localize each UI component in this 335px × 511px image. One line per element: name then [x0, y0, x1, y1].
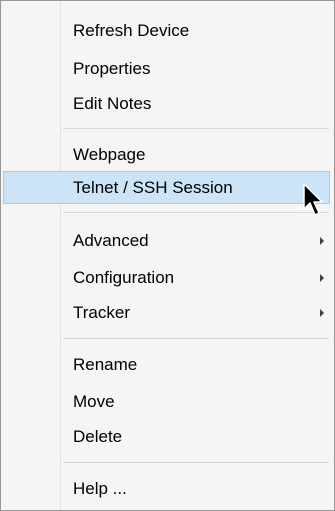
menu-item-edit-notes[interactable]: Edit Notes — [3, 87, 330, 120]
menu-item-label: Webpage — [73, 144, 146, 164]
menu-item-help[interactable]: Help ... — [3, 472, 330, 505]
menu-item-telnet-ssh-session[interactable]: Telnet / SSH Session — [3, 171, 330, 204]
menu-item-label: Configuration — [73, 267, 175, 287]
menu-item-label: Telnet / SSH Session — [73, 177, 233, 197]
context-menu: Refresh Device Properties Edit Notes Web… — [0, 0, 335, 511]
menu-item-label: Move — [73, 391, 115, 411]
menu-item-label: Tracker — [73, 302, 130, 322]
menu-item-label: Help ... — [73, 478, 127, 498]
submenu-arrow-icon — [320, 273, 324, 282]
mouse-pointer-icon — [303, 183, 323, 216]
submenu-arrow-icon — [320, 236, 324, 245]
menu-separator — [63, 338, 329, 339]
menu-separator — [63, 212, 329, 213]
menu-item-label: Rename — [73, 354, 138, 374]
menu-item-refresh-device[interactable]: Refresh Device — [3, 14, 330, 47]
menu-item-label: Refresh Device — [73, 20, 190, 40]
menu-item-properties[interactable]: Properties — [3, 52, 330, 85]
menu-separator — [63, 462, 329, 463]
menu-item-label: Properties — [73, 58, 151, 78]
menu-item-delete[interactable]: Delete — [3, 420, 330, 453]
menu-item-label: Edit Notes — [73, 93, 152, 113]
menu-item-configuration[interactable]: Configuration — [3, 261, 330, 294]
submenu-arrow-icon — [320, 308, 324, 317]
menu-item-rename[interactable]: Rename — [3, 348, 330, 381]
menu-item-tracker[interactable]: Tracker — [3, 296, 330, 329]
menu-item-webpage[interactable]: Webpage — [3, 138, 330, 171]
menu-separator — [63, 128, 329, 129]
menu-item-label: Advanced — [73, 230, 149, 250]
menu-item-move[interactable]: Move — [3, 385, 330, 418]
menu-item-advanced[interactable]: Advanced — [3, 224, 330, 257]
menu-item-label: Delete — [73, 426, 123, 446]
